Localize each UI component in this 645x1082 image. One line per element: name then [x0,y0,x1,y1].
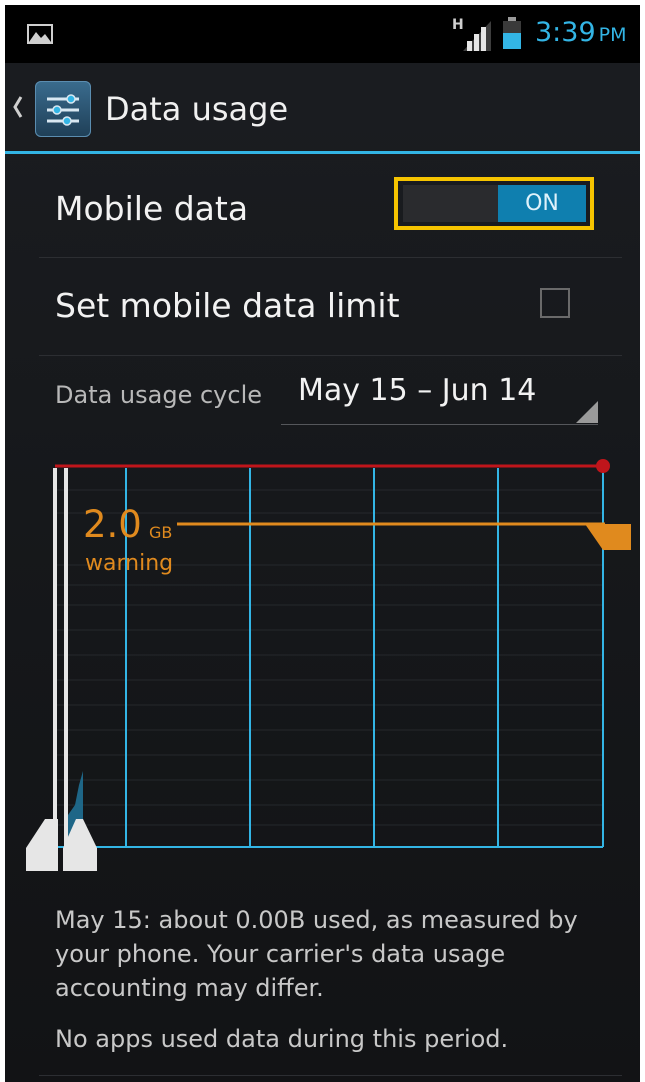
action-bar-divider [5,151,640,154]
spinner-underline [281,424,598,425]
warning-unit: GB [149,523,173,542]
limit-handle [596,459,610,473]
clock-ampm: PM [598,24,627,46]
warning-label: warning [85,551,174,576]
warning-handle [585,524,631,550]
data-limit-label: Set mobile data limit [55,286,400,325]
gallery-icon [27,24,53,44]
usage-summary: May 15: about 0.00B used, as measured by… [55,906,578,1002]
page-title: Data usage [105,90,289,128]
action-bar[interactable]: Data usage [5,63,640,151]
mobile-data-toggle[interactable]: ON [403,185,586,222]
data-usage-settings-icon[interactable] [35,81,91,137]
cycle-label: Data usage cycle [55,381,263,409]
cycle-start-handle [26,819,58,871]
battery-icon [503,17,521,49]
cycle-spinner[interactable]: May 15 – Jun 14 [281,373,598,425]
clock: 3:39 PM [535,17,627,48]
data-limit-row[interactable]: Set mobile data limit [39,258,622,354]
signal-icon [463,21,491,51]
clock-time: 3:39 [535,17,596,48]
data-limit-checkbox[interactable] [540,288,570,318]
no-apps-message: No apps used data during this period. [55,1025,509,1053]
divider [39,1075,622,1076]
status-bar: H 3:39 PM [5,5,640,63]
warning-value: 2.0 [83,503,142,546]
spinner-arrow-icon [576,401,598,423]
mobile-data-label: Mobile data [55,189,249,228]
back-icon[interactable] [13,95,23,119]
cycle-value: May 15 – Jun 14 [298,373,537,408]
divider [39,355,622,356]
toggle-state-label: ON [525,191,559,216]
data-usage-screen: H 3:39 PM Data usage Mobile data ON Set … [5,5,640,1082]
